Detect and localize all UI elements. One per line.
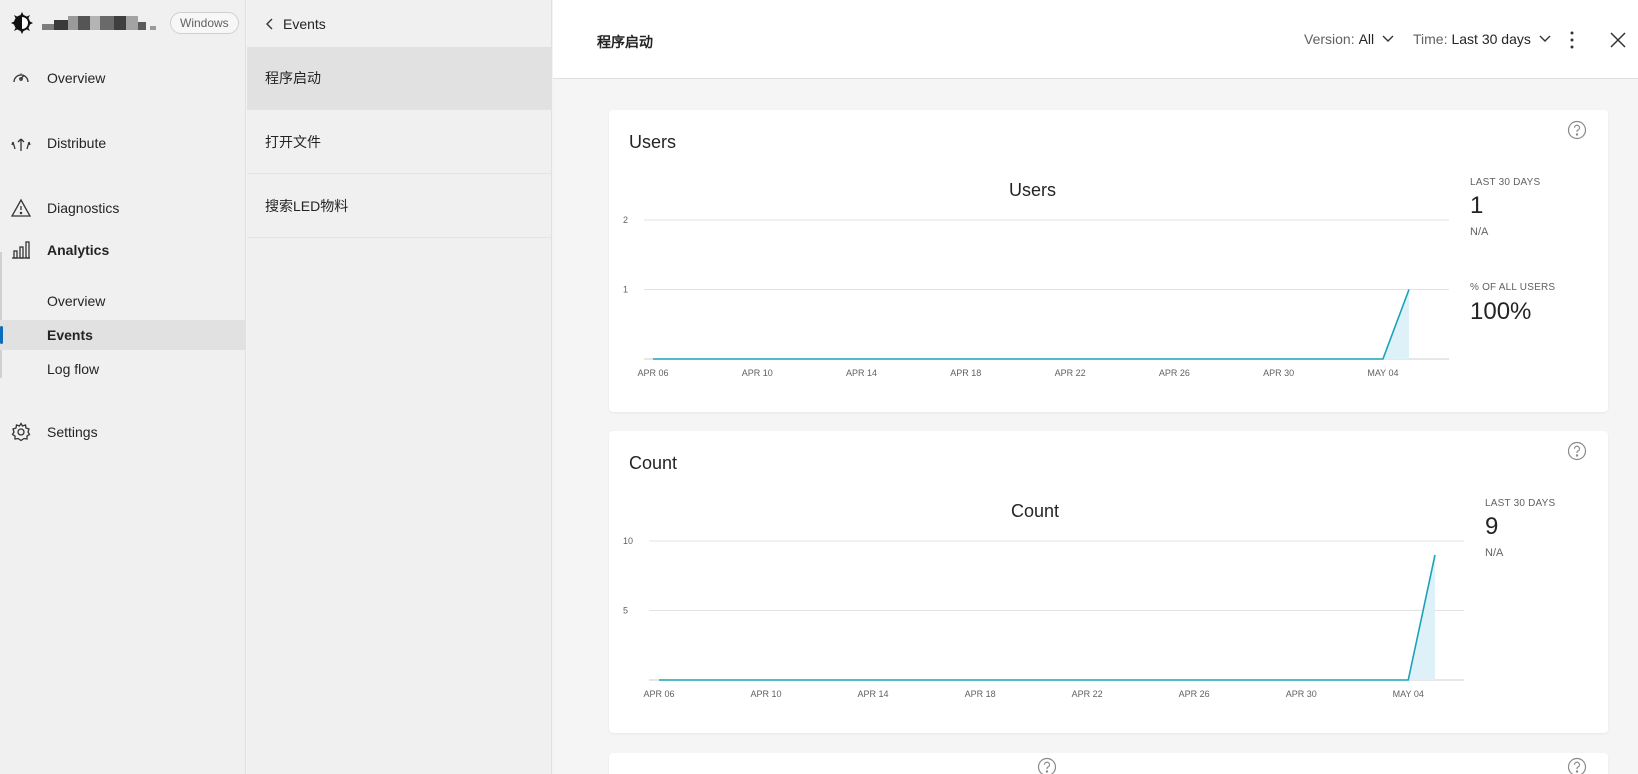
- version-filter-value: All: [1358, 31, 1375, 47]
- y-tick-label: 10: [623, 536, 633, 546]
- distribute-icon: [11, 138, 31, 151]
- count-chart-title: Count: [1010, 501, 1060, 521]
- x-tick-label: APR 22: [1072, 689, 1103, 699]
- event-item[interactable]: 程序启动: [247, 47, 552, 110]
- help-icon[interactable]: [1567, 757, 1587, 774]
- nav-analytics-events-label: Events: [47, 327, 93, 343]
- y-tick-label: 1: [623, 285, 628, 295]
- time-filter-label: Time:: [1413, 31, 1448, 47]
- users-card: Users Users 1 2 APR 06 APR 10 APR 14 APR 18 AP…: [609, 110, 1608, 412]
- nav-diagnostics[interactable]: Diagnostics: [0, 191, 246, 225]
- nav-analytics-overview[interactable]: Overview: [0, 286, 246, 316]
- event-item-label: 程序启动: [265, 70, 321, 86]
- os-badge: Windows: [170, 12, 239, 34]
- nav-diagnostics-label: Diagnostics: [47, 200, 120, 216]
- nav-settings-label: Settings: [47, 424, 98, 440]
- detail-header: 程序启动 Version: All Time: Last 30 days: [553, 0, 1638, 79]
- x-tick-label: APR 30: [1286, 689, 1317, 699]
- time-filter-value: Last 30 days: [1451, 31, 1531, 47]
- time-filter[interactable]: Time: Last 30 days: [1413, 31, 1551, 47]
- event-detail-panel: 程序启动 Version: All Time: Last 30 days Use…: [553, 0, 1638, 774]
- users-last30-change: N/A: [1470, 226, 1489, 238]
- chevron-left-icon: [266, 18, 273, 30]
- event-item[interactable]: 打开文件: [247, 111, 552, 174]
- app-header[interactable]: Windows: [10, 10, 239, 36]
- bar-chart-icon: [12, 241, 30, 259]
- nav-settings[interactable]: Settings: [0, 415, 246, 449]
- nav-analytics-log-flow[interactable]: Log flow: [0, 354, 246, 384]
- users-last30-label: LAST 30 DAYS: [1470, 177, 1541, 188]
- series-line: [659, 554, 1436, 681]
- nav-analytics-label: Analytics: [47, 242, 110, 258]
- count-last30-label: LAST 30 DAYS: [1485, 498, 1556, 509]
- gear-icon: [11, 422, 31, 442]
- help-icon[interactable]: [1037, 757, 1057, 774]
- y-tick-label: 2: [623, 215, 628, 225]
- y-tick-label: 5: [623, 606, 628, 616]
- count-card: Count Count 5 10 APR 06 APR 10 APR 14 APR 18 A…: [609, 431, 1608, 733]
- series-area: [659, 554, 1435, 680]
- users-pct-value: 100%: [1470, 298, 1532, 325]
- x-tick-label: APR 14: [858, 689, 889, 699]
- speedometer-icon: [13, 73, 29, 83]
- x-tick-label: APR 14: [846, 368, 877, 378]
- x-tick-label: APR 26: [1179, 689, 1210, 699]
- warning-icon: [11, 198, 31, 217]
- x-tick-label: APR 26: [1159, 368, 1190, 378]
- nav-analytics[interactable]: Analytics: [0, 233, 246, 267]
- chevron-down-icon: [1539, 35, 1551, 42]
- users-card-title: Users: [629, 132, 677, 152]
- x-tick-label: MAY 04: [1367, 368, 1398, 378]
- users-last30-value: 1: [1470, 192, 1484, 219]
- nav-analytics-log-flow-label: Log flow: [47, 361, 100, 377]
- x-tick-label: APR 10: [751, 689, 782, 699]
- nav-overview[interactable]: Overview: [0, 61, 246, 95]
- app-logo-icon: [11, 12, 33, 34]
- x-tick-label: APR 10: [742, 368, 773, 378]
- nav-analytics-events[interactable]: Events: [0, 320, 246, 350]
- version-filter-label: Version:: [1304, 31, 1355, 47]
- x-tick-label: APR 22: [1055, 368, 1086, 378]
- events-panel: Events 程序启动 打开文件 搜索LED物料: [247, 0, 552, 774]
- count-card-title: Count: [629, 453, 678, 473]
- chevron-down-icon: [1382, 35, 1394, 42]
- count-last30-change: N/A: [1485, 547, 1504, 559]
- x-tick-label: APR 30: [1263, 368, 1294, 378]
- page-title: 程序启动: [597, 34, 653, 50]
- next-card: [609, 753, 1608, 774]
- series-line: [653, 289, 1410, 360]
- series-area: [653, 289, 1409, 359]
- users-chart-title: Users: [1009, 180, 1057, 200]
- users-pct-label: % OF ALL USERS: [1470, 282, 1556, 293]
- users-chart: 1 2 APR 06 APR 10 APR 14 APR 18 APR 22 APR 26 AP…: [623, 215, 1449, 378]
- event-item-label: 搜索LED物料: [265, 198, 349, 214]
- x-tick-label: MAY 04: [1393, 689, 1424, 699]
- help-icon[interactable]: [1567, 120, 1587, 140]
- nav-distribute-label: Distribute: [47, 135, 107, 151]
- close-icon[interactable]: [1606, 28, 1630, 52]
- left-navigation: Windows Overview Distribute Diagnostics: [0, 0, 246, 774]
- count-chart: 5 10 APR 06 APR 10 APR 14 APR 18 APR 22 APR 26 A…: [623, 536, 1464, 699]
- nav-analytics-overview-label: Overview: [47, 293, 106, 309]
- x-tick-label: APR 06: [643, 689, 674, 699]
- app-name-redacted: [42, 16, 160, 30]
- x-tick-label: APR 18: [950, 368, 981, 378]
- event-item[interactable]: 搜索LED物料: [247, 175, 552, 238]
- x-tick-label: APR 18: [965, 689, 996, 699]
- count-last30-value: 9: [1485, 513, 1499, 540]
- events-back-button[interactable]: Events: [265, 14, 326, 34]
- version-filter[interactable]: Version: All: [1304, 31, 1394, 47]
- x-tick-label: APR 06: [637, 368, 668, 378]
- event-item-label: 打开文件: [265, 134, 321, 150]
- app-window: Windows Overview Distribute Diagnostics: [0, 0, 1638, 774]
- nav-distribute[interactable]: Distribute: [0, 126, 246, 160]
- events-back-label: Events: [283, 16, 326, 32]
- nav-overview-label: Overview: [47, 70, 106, 86]
- more-options-icon[interactable]: [1560, 28, 1584, 52]
- help-icon[interactable]: [1567, 441, 1587, 461]
